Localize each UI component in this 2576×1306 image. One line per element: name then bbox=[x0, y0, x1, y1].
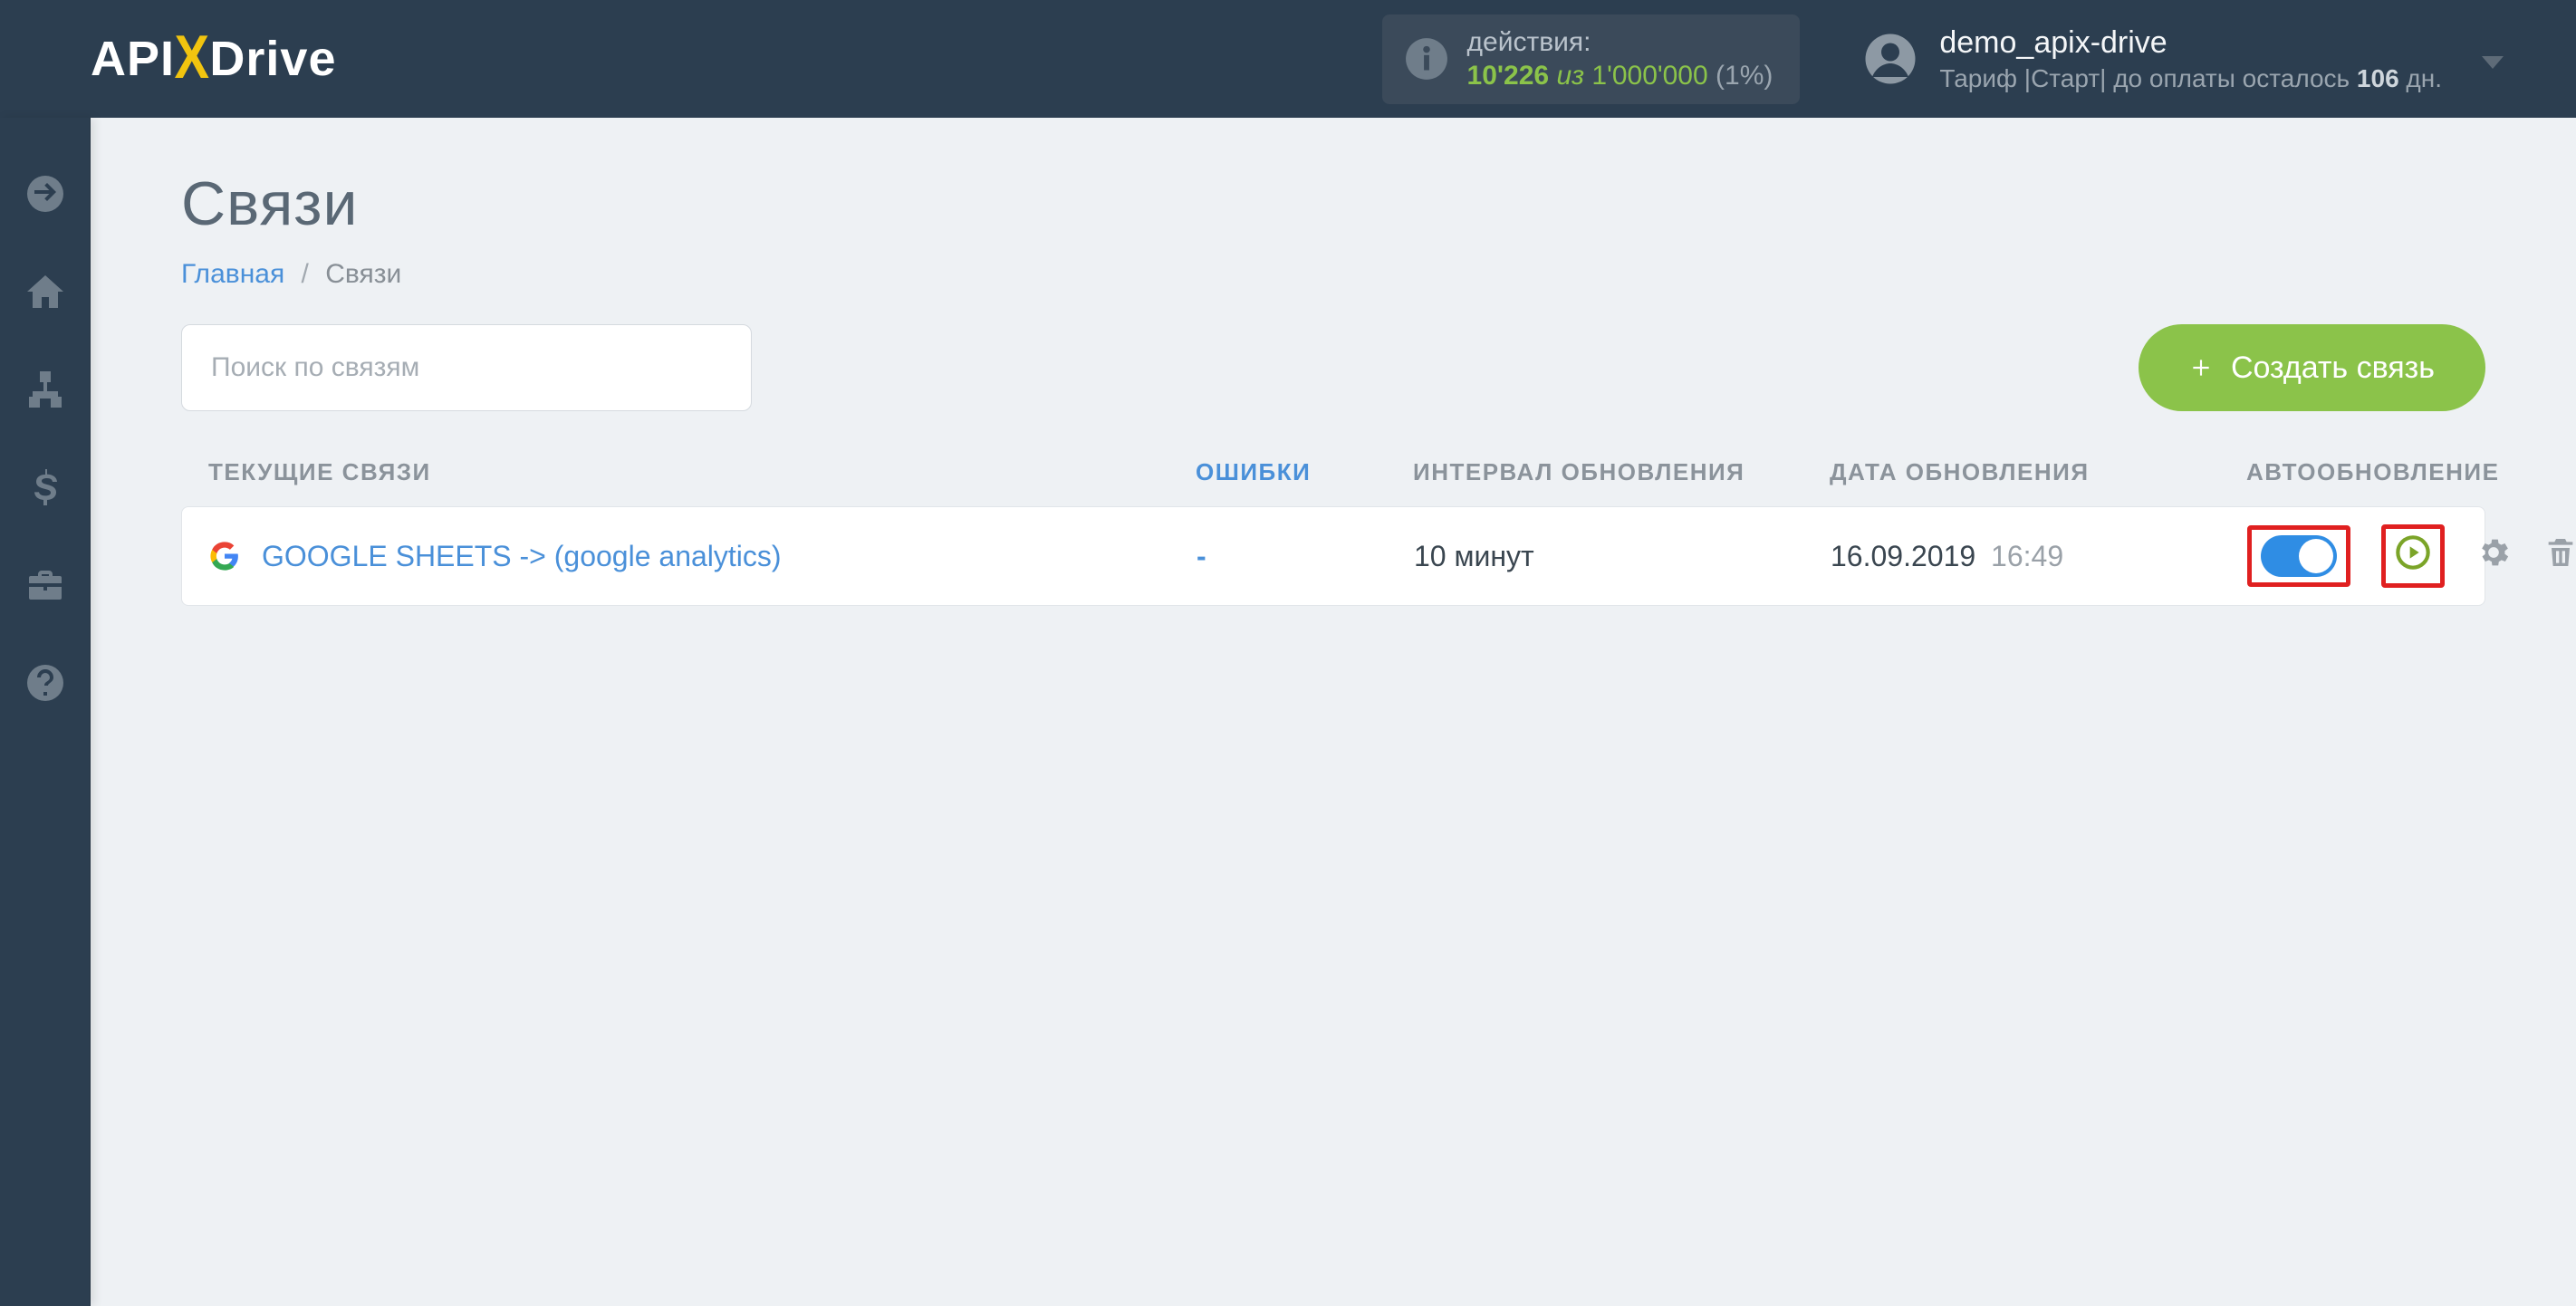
play-icon[interactable] bbox=[2395, 534, 2431, 578]
tariff-days: 106 bbox=[2357, 64, 2399, 92]
sidebar-item-enter[interactable] bbox=[0, 145, 91, 243]
actions-box: действия: 10'226 из 1'000'000 (1%) bbox=[1382, 14, 1801, 104]
logo-text-post: Drive bbox=[209, 31, 336, 87]
row-time-value: 16:49 bbox=[1991, 540, 2063, 572]
th-interval: ИНТЕРВАЛ ОБНОВЛЕНИЯ bbox=[1413, 458, 1830, 486]
row-name-text: GOOGLE SHEETS -> (google analytics) bbox=[262, 540, 782, 573]
auto-toggle[interactable] bbox=[2261, 535, 2337, 577]
create-button-label: Создать связь bbox=[2231, 351, 2435, 386]
row-auto bbox=[2247, 524, 2576, 588]
row-errors: - bbox=[1197, 540, 1414, 573]
search-input[interactable] bbox=[181, 324, 752, 411]
breadcrumb-current: Связи bbox=[325, 259, 401, 289]
actions-total: 1'000'000 bbox=[1591, 61, 1707, 91]
info-icon bbox=[1404, 36, 1449, 82]
row-interval: 10 минут bbox=[1414, 540, 1831, 573]
breadcrumb: Главная / Связи bbox=[181, 259, 2485, 290]
tariff-suffix: дн. bbox=[2399, 64, 2442, 92]
plus-icon bbox=[2189, 356, 2213, 379]
sidebar-item-billing[interactable] bbox=[0, 438, 91, 536]
row-name[interactable]: GOOGLE SHEETS -> (google analytics) bbox=[209, 540, 1197, 573]
table-row: GOOGLE SHEETS -> (google analytics) - 10… bbox=[181, 506, 2485, 606]
actions-current: 10'226 bbox=[1467, 61, 1550, 91]
create-connection-button[interactable]: Создать связь bbox=[2139, 324, 2485, 411]
user-box[interactable]: demo_apix-drive Тариф |Старт| до оплаты … bbox=[1863, 24, 2576, 94]
briefcase-icon bbox=[24, 563, 67, 607]
user-tariff: Тариф |Старт| до оплаты осталось 106 дн. bbox=[1939, 62, 2442, 94]
home-icon bbox=[24, 270, 67, 313]
toolbar: Создать связь bbox=[181, 324, 2485, 411]
sidebar-item-briefcase[interactable] bbox=[0, 536, 91, 634]
content: Связи Главная / Связи Создать связь ТЕКУ… bbox=[91, 118, 2576, 1306]
trash-icon[interactable] bbox=[2542, 534, 2576, 578]
logo[interactable]: APIXDrive bbox=[0, 0, 399, 118]
actions-label: действия: bbox=[1467, 25, 1773, 60]
logo-x: X bbox=[175, 22, 210, 92]
sidebar-item-connections[interactable] bbox=[0, 341, 91, 438]
th-errors: ОШИБКИ bbox=[1196, 458, 1413, 486]
arrow-right-circle-icon bbox=[24, 172, 67, 216]
user-text: demo_apix-drive Тариф |Старт| до оплаты … bbox=[1939, 24, 2442, 94]
sidebar bbox=[0, 118, 91, 1306]
avatar-icon bbox=[1863, 32, 1918, 86]
breadcrumb-home[interactable]: Главная bbox=[181, 259, 284, 289]
sidebar-item-home[interactable] bbox=[0, 243, 91, 341]
highlight-toggle bbox=[2247, 525, 2350, 587]
th-name: ТЕКУЩИЕ СВЯЗИ bbox=[208, 458, 1196, 486]
th-date: ДАТА ОБНОВЛЕНИЯ bbox=[1830, 458, 2246, 486]
google-icon bbox=[209, 541, 240, 571]
breadcrumb-sep: / bbox=[302, 259, 309, 289]
table-header: ТЕКУЩИЕ СВЯЗИ ОШИБКИ ИНТЕРВАЛ ОБНОВЛЕНИЯ… bbox=[181, 458, 2485, 506]
highlight-play bbox=[2381, 524, 2445, 588]
dollar-icon bbox=[24, 466, 67, 509]
sitemap-icon bbox=[24, 368, 67, 411]
user-name: demo_apix-drive bbox=[1939, 24, 2442, 62]
sidebar-item-help[interactable] bbox=[0, 634, 91, 732]
header: APIXDrive действия: 10'226 из 1'000'000 … bbox=[0, 0, 2576, 118]
th-auto: АВТООБНОВЛЕНИЕ bbox=[2246, 458, 2499, 486]
row-date: 16.09.2019 16:49 bbox=[1831, 540, 2247, 573]
chevron-down-icon[interactable] bbox=[2482, 56, 2504, 69]
connections-table: ТЕКУЩИЕ СВЯЗИ ОШИБКИ ИНТЕРВАЛ ОБНОВЛЕНИЯ… bbox=[181, 458, 2485, 606]
help-icon bbox=[24, 661, 67, 705]
logo-text-pre: API bbox=[91, 31, 175, 87]
actions-text: действия: 10'226 из 1'000'000 (1%) bbox=[1467, 25, 1773, 93]
page-title: Связи bbox=[181, 168, 2485, 239]
actions-percent: (1%) bbox=[1716, 61, 1773, 91]
row-date-value: 16.09.2019 bbox=[1831, 540, 1975, 572]
actions-of: из bbox=[1556, 61, 1584, 91]
tariff-prefix: Тариф |Старт| до оплаты осталось bbox=[1939, 64, 2357, 92]
gear-icon[interactable] bbox=[2475, 534, 2512, 578]
